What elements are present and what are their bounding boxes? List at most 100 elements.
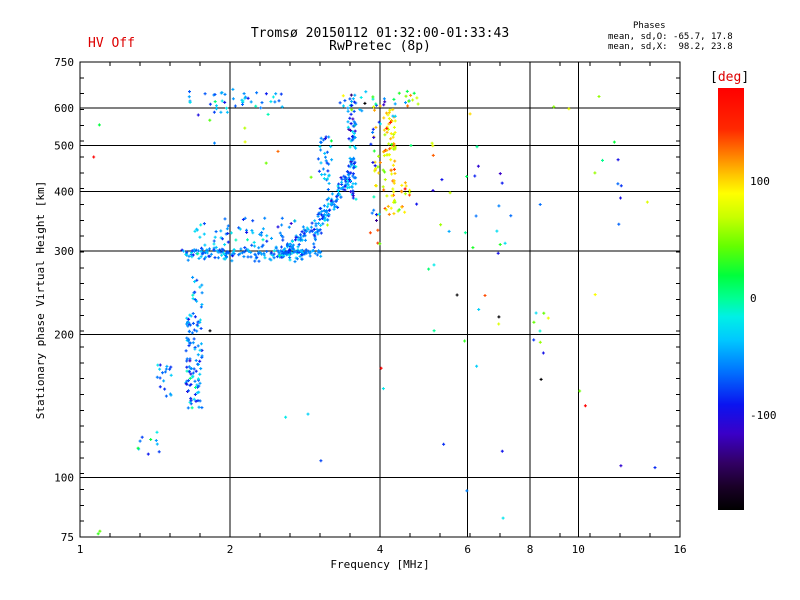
data-point [392,125,396,129]
data-point [321,222,325,226]
data-point [538,203,542,206]
data-point [416,102,420,106]
data-point [198,235,202,239]
data-point [503,241,507,245]
data-point [269,100,273,104]
data-point [299,233,302,237]
data-point [155,442,159,446]
data-point [314,224,318,228]
data-point [310,221,314,225]
data-point [387,117,391,121]
data-point [219,110,223,114]
data-point [403,181,407,185]
scatter-points [92,87,657,536]
data-point [202,232,206,236]
data-point [616,182,620,186]
y-tick-label: 100 [54,472,74,485]
data-point [432,263,436,267]
data-point [196,344,200,348]
data-point [186,406,190,410]
data-point [194,369,198,373]
data-point [280,216,284,220]
data-point [138,439,142,443]
data-point [261,238,265,242]
data-point [393,119,397,123]
data-point [496,251,500,255]
data-point [157,450,161,454]
phases-mean-x: mean, sd,X: 98.2, 23.8 [608,42,733,52]
data-point [351,117,355,121]
data-point [265,250,269,253]
y-tick-label: 400 [54,186,74,199]
data-point [317,169,321,173]
data-point [415,96,419,100]
data-point [326,223,329,227]
phases-title: Phases [633,21,666,31]
data-point [203,243,207,247]
data-point [349,93,353,97]
data-point [325,150,329,154]
data-point [246,238,249,242]
data-point [495,229,499,233]
data-point [260,231,264,235]
data-point [198,381,202,385]
data-point [260,101,264,105]
data-point [645,200,649,204]
data-point [374,125,378,129]
data-point [542,311,546,315]
data-point [208,102,212,106]
data-point [476,164,480,168]
data-point [538,329,542,333]
data-point [322,204,326,208]
data-point [233,104,237,108]
data-point [404,94,408,98]
colorbar-tick-label: 0 [750,292,757,305]
data-point [187,95,191,99]
data-point [253,259,257,263]
data-point [287,225,291,229]
data-point [312,245,316,249]
data-point [276,149,280,153]
data-point [213,235,217,239]
data-point [509,214,513,218]
data-point [583,404,587,408]
data-point [346,106,350,110]
data-point [184,349,188,353]
colorbar-unit-label: [deg] [710,70,750,85]
data-point [318,218,322,221]
data-point [199,367,203,371]
data-point [193,393,197,396]
data-point [597,95,601,98]
data-point [140,435,144,439]
data-point [320,173,324,177]
data-point [349,112,353,116]
data-point [593,293,597,297]
data-point [354,182,358,186]
data-point [442,442,446,446]
data-point [501,516,505,520]
data-point [169,373,173,377]
data-point [430,141,434,145]
data-point [404,184,408,188]
data-point [383,133,387,137]
data-point [277,99,281,103]
chart-subtitle: RwPretec (8p) [329,39,431,54]
data-point [387,212,391,216]
data-point [378,104,382,108]
data-point [348,116,352,120]
data-point [319,148,323,152]
data-point [455,293,459,297]
data-point [264,92,268,96]
data-point [391,108,395,112]
data-point [351,182,355,186]
data-point [202,222,206,226]
data-point [194,359,198,362]
data-point [270,236,273,240]
y-tick-label: 600 [54,102,74,115]
data-point [257,246,261,250]
data-point [363,101,367,105]
data-point [382,97,386,101]
data-point [403,192,407,196]
data-point [405,89,409,93]
data-point [215,104,218,108]
